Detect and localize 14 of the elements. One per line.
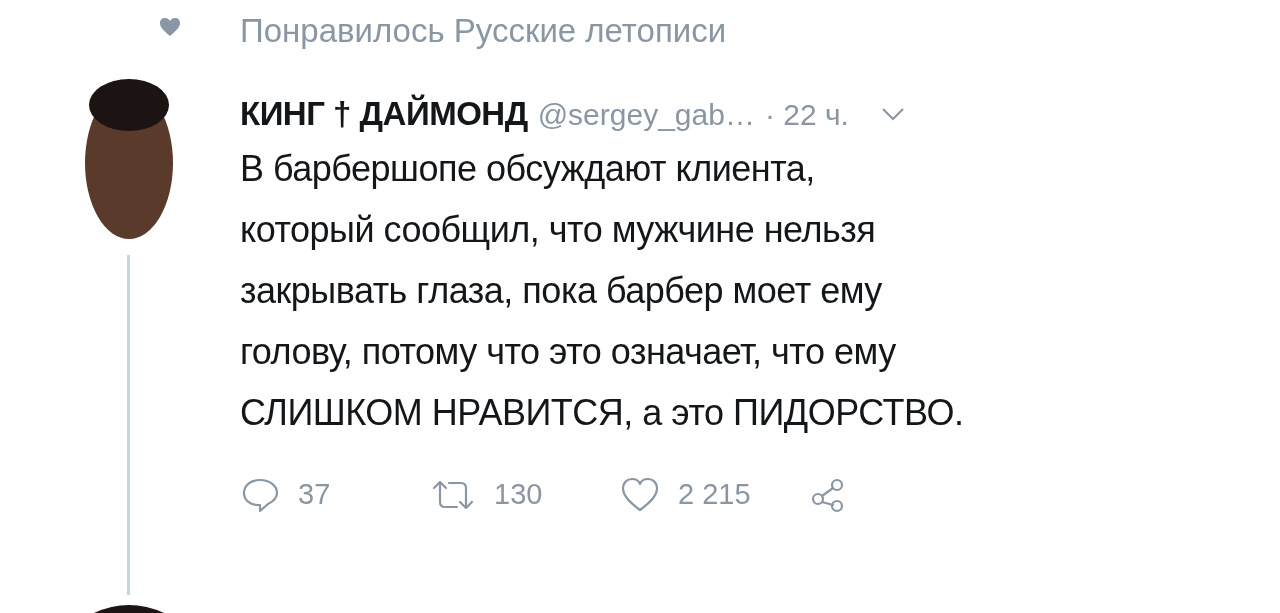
- tweet-time: · 22 ч.: [764, 96, 849, 133]
- action-count: 130: [494, 477, 543, 513]
- action-count: 2 215: [678, 477, 751, 513]
- heart-icon[interactable]: [620, 477, 660, 513]
- action-count: 37: [298, 477, 331, 513]
- retweet-icon[interactable]: [430, 478, 476, 512]
- tweet-text: В барбершопе обсуждают клиента, который сообщил, что мужчине нельзя закрывать глаза, пока барбер моет ему голову, потому что это означает, что ему СЛИШКОМ НРАВИТСЯ, а это ПИДОРСТВО.: [240, 147, 965, 435]
- share-icon[interactable]: [810, 477, 846, 513]
- social-context: Понравилось Русские летописи: [240, 11, 727, 52]
- heart-icon: [160, 17, 180, 36]
- speech-bubble-icon[interactable]: [240, 477, 280, 513]
- user-name[interactable]: КИНГ † ДАЙМОНД: [240, 89, 528, 139]
- chevron-down-icon[interactable]: [880, 107, 905, 121]
- avatar[interactable]: [93, 603, 164, 613]
